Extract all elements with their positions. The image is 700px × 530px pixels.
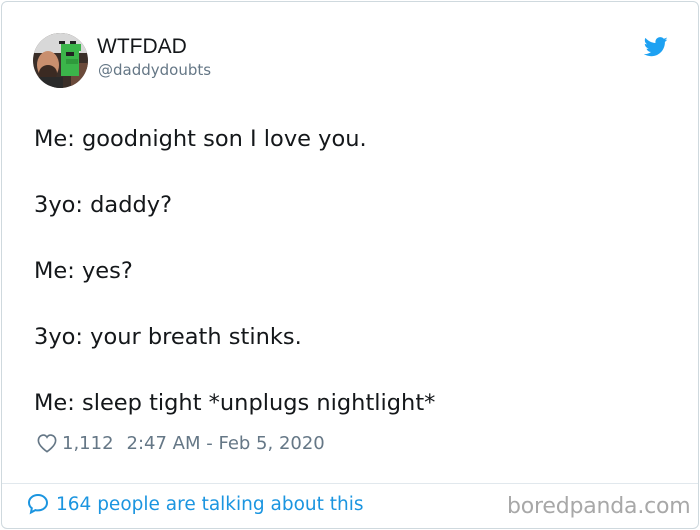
- avatar[interactable]: [33, 33, 88, 88]
- speech-bubble-icon: [27, 493, 49, 515]
- conversation-label[interactable]: 164 people are talking about this: [56, 494, 364, 515]
- tweet-line: 3yo: your breath stinks.: [34, 324, 302, 350]
- twitter-bird-icon[interactable]: [643, 37, 668, 57]
- tweet-timestamp[interactable]: 2:47 AM - Feb 5, 2020: [127, 433, 325, 454]
- tweet-line: Me: goodnight son I love you.: [34, 126, 367, 152]
- tweet-meta: 1,112 2:47 AM - Feb 5, 2020: [36, 430, 325, 456]
- tweet-header: WTFDAD @daddydoubts: [2, 2, 698, 112]
- conversation-link[interactable]: 164 people are talking about this: [26, 492, 364, 516]
- watermark: boredpanda.com: [507, 494, 691, 519]
- user-handle[interactable]: @daddydoubts: [98, 61, 211, 79]
- tweet-line: 3yo: daddy?: [34, 192, 173, 218]
- tweet-card: WTFDAD @daddydoubts Me: goodnight son I …: [1, 1, 699, 529]
- display-name[interactable]: WTFDAD: [97, 35, 187, 59]
- like-count[interactable]: 1,112: [62, 433, 114, 454]
- heart-icon[interactable]: [36, 433, 58, 453]
- divider: [2, 483, 698, 484]
- tweet-line: Me: yes?: [34, 258, 133, 284]
- tweet-body: Me: goodnight son I love you. 3yo: daddy…: [34, 121, 674, 451]
